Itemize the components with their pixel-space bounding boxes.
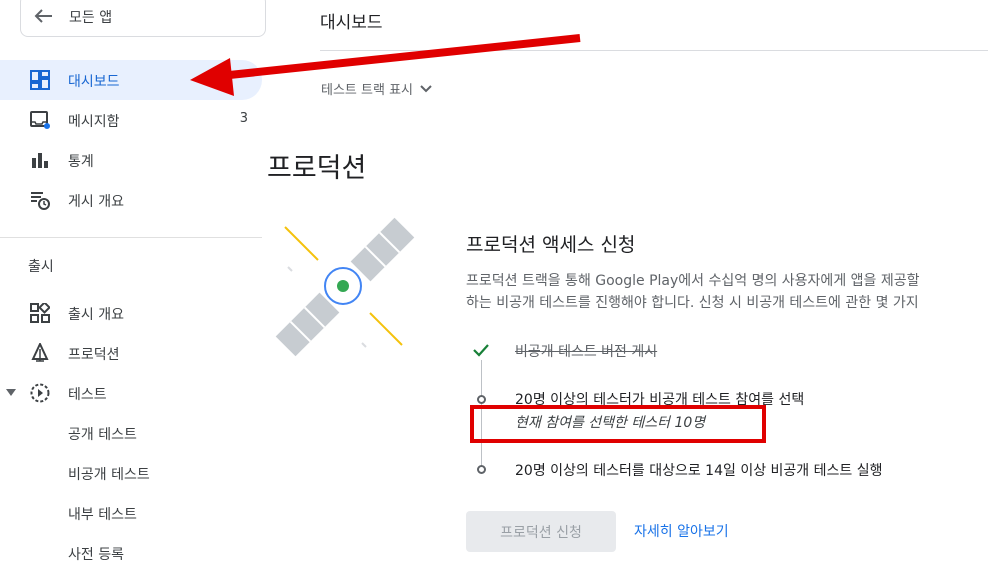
dashboard-icon: [30, 70, 50, 90]
testing-icon: [30, 383, 50, 403]
all-apps-label: 모든 앱: [69, 10, 113, 26]
sidebar-subitem-open-testing[interactable]: 공개 테스트: [68, 424, 137, 444]
step-run-closed-test-14-days: 20명 이상의 테스터를 대상으로 14일 이상 비공개 테스트 실행: [515, 463, 883, 479]
chevron-down-icon: [420, 84, 432, 92]
sidebar-item-publishing-overview[interactable]: 게시 개요: [0, 180, 262, 220]
sidebar-item-label: 메시지함: [68, 114, 120, 130]
release-overview-icon: [30, 303, 50, 323]
sidebar-subitem-internal-testing[interactable]: 내부 테스트: [68, 504, 137, 524]
sidebar-item-label: 프로덕션: [68, 347, 120, 363]
description-line: 프로덕션 트랙을 통해 Google Play에서 수십억 명의 사용자에게 앱…: [466, 273, 920, 289]
satellite-illustration: [275, 217, 415, 357]
page-title: 프로덕션: [267, 153, 367, 184]
header-title: 대시보드: [320, 13, 383, 33]
back-arrow-icon: [34, 9, 52, 23]
sidebar-item-statistics[interactable]: 통계: [0, 140, 262, 180]
learn-more-link[interactable]: 자세히 알아보기: [634, 521, 729, 541]
sidebar-item-production[interactable]: 프로덕션: [0, 333, 262, 373]
apply-production-button[interactable]: 프로덕션 신청: [466, 511, 616, 552]
sidebar-divider: [0, 237, 262, 238]
sidebar-item-label: 대시보드: [68, 74, 120, 90]
annotation-highlight-box: [470, 405, 766, 443]
sidebar-item-label: 테스트: [68, 387, 107, 403]
step-dot: [477, 395, 486, 404]
production-icon: [31, 343, 49, 362]
sidebar-item-release-overview[interactable]: 출시 개요: [0, 293, 262, 333]
publishing-overview-icon: [31, 192, 50, 210]
show-test-tracks-toggle[interactable]: 테스트 트랙 표시: [321, 79, 433, 98]
all-apps-button[interactable]: 모든 앱: [20, 0, 266, 37]
production-access-description: 프로덕션 트랙을 통해 Google Play에서 수십억 명의 사용자에게 앱…: [466, 270, 988, 314]
step-publish-closed-test: 비공개 테스트 버전 게시: [515, 344, 658, 360]
inbox-icon: [30, 111, 50, 129]
description-line: 하는 비공개 테스트를 진행해야 합니다. 신청 시 비공개 테스트에 관한 몇…: [466, 295, 919, 311]
sidebar-subitem-closed-testing[interactable]: 비공개 테스트: [68, 464, 150, 484]
sidebar-subitem-pre-registration[interactable]: 사전 등록: [68, 544, 124, 564]
release-section-label: 출시: [28, 259, 54, 275]
sidebar-item-label: 통계: [68, 154, 94, 170]
header-divider: [320, 50, 988, 51]
bar-chart-icon: [32, 153, 48, 168]
show-test-tracks-label: 테스트 트랙 표시: [321, 83, 413, 98]
production-access-title: 프로덕션 액세스 신청: [466, 234, 636, 256]
sidebar-item-testing[interactable]: 테스트: [0, 373, 262, 413]
step-dot: [477, 465, 486, 474]
inbox-count-badge: 3: [239, 111, 248, 126]
sidebar-item-dashboard[interactable]: 대시보드: [0, 60, 262, 100]
sidebar-item-inbox[interactable]: 메시지함 3: [0, 100, 262, 140]
sidebar-item-label: 출시 개요: [68, 307, 124, 323]
check-icon: [473, 344, 489, 357]
sidebar-item-label: 게시 개요: [68, 194, 124, 210]
